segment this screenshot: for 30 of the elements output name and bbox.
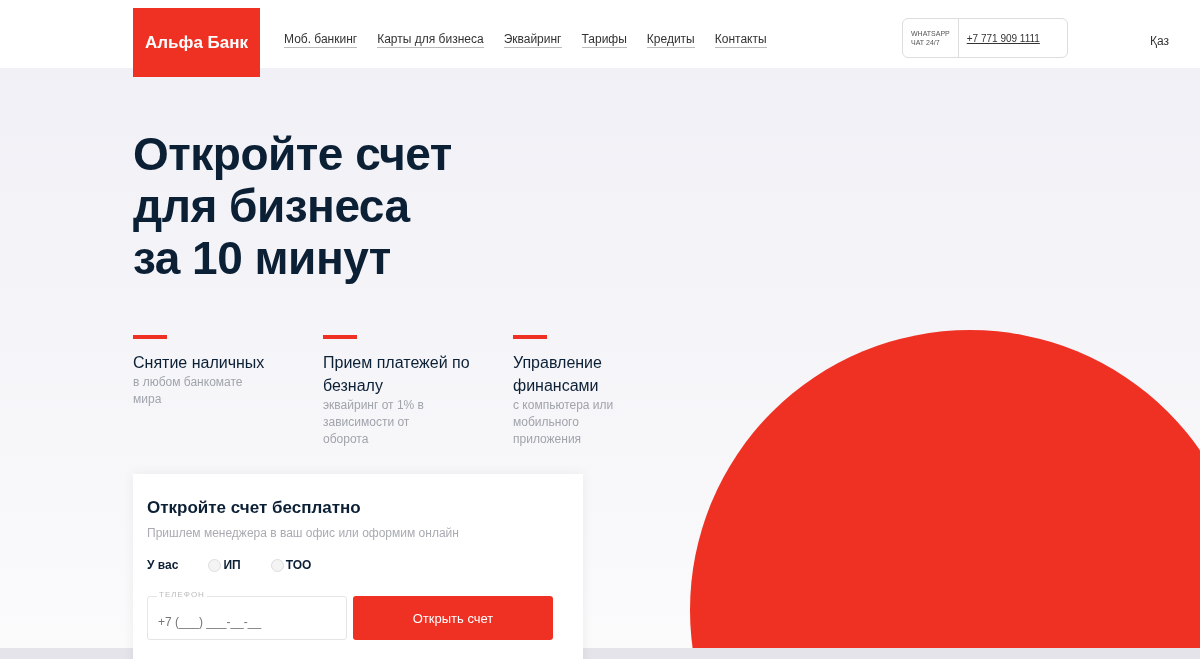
radio-label: ИП (223, 557, 241, 575)
phone-link[interactable]: +7 771 909 1111 (958, 30, 1040, 46)
radio-group-label: У вас (147, 557, 179, 575)
feature-text: с компьютера или мобильного приложения (513, 397, 615, 448)
form-title: Откройте счет бесплатно (147, 498, 362, 519)
phone-field[interactable]: +7 (___) ___-__-__ (147, 596, 347, 641)
hero-title-line: для бизнеса (133, 180, 412, 232)
feature-title: Снятие наличных (133, 353, 266, 373)
radio-label: ТОО (285, 557, 312, 575)
radio-button[interactable] (208, 558, 222, 572)
feature-title: Управление финансами (513, 353, 603, 396)
feature-title: Прием платежей по безналу (323, 353, 471, 396)
nav-link[interactable]: Контакты (714, 32, 767, 48)
accent-bar (513, 335, 547, 339)
nav-link[interactable]: Кредиты (646, 32, 695, 48)
form-subtitle: Пришлем менеджера в ваш офис или оформим онлайн (147, 525, 460, 543)
language-link[interactable]: Қаз (1150, 32, 1170, 50)
accent-bar (133, 335, 167, 339)
hero-title-line: Откройте счет (133, 128, 453, 180)
radio-button[interactable] (270, 558, 284, 572)
feature-text: в любом банкомате мира (133, 374, 244, 408)
hero-title-line: за 10 минут (133, 232, 392, 284)
accent-bar (323, 335, 357, 339)
nav-link[interactable]: Моб. банкинг (284, 32, 358, 48)
nav-link[interactable]: Эквайринг (503, 32, 562, 48)
nav-link[interactable]: Карты для бизнеса (377, 32, 484, 48)
feature-text: эквайринг от 1% в зависимости от оборота (323, 397, 425, 448)
logo[interactable]: Альфа Банк (133, 8, 260, 77)
open-account-button[interactable]: Открыть счет (353, 596, 553, 641)
nav-link[interactable]: Тарифы (581, 32, 627, 48)
